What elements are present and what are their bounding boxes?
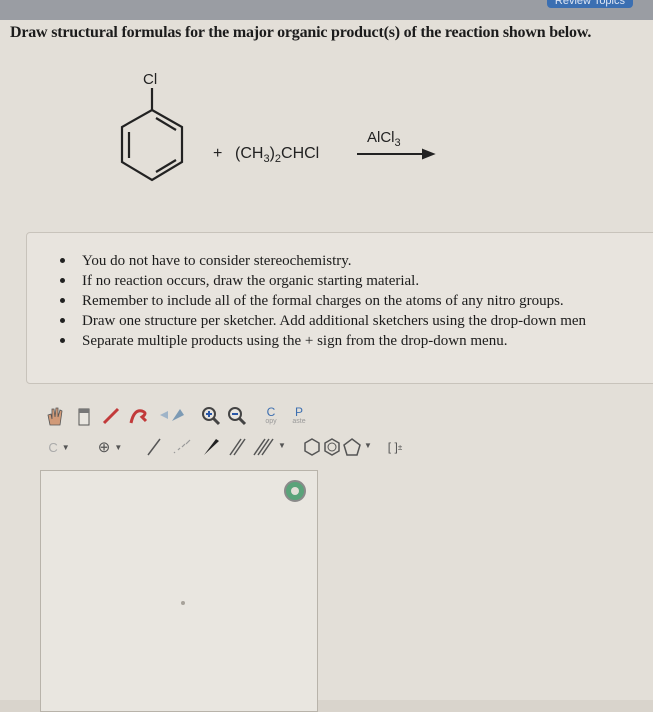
eraser-icon[interactable] [74,405,94,427]
select-arrow-icon[interactable] [158,405,188,427]
paste-sublabel: aste [292,418,306,425]
chevron-down-icon: ▼ [61,442,70,452]
copy-button[interactable]: C opy [260,405,282,429]
ring-hexagon-icon[interactable] [302,437,322,457]
question-panel: Draw structural formulas for the major o… [0,20,653,712]
plus-sign: + [213,145,222,162]
instructions-list: You do not have to consider stereochemis… [27,251,653,351]
instructions-box: You do not have to consider stereochemis… [26,232,653,384]
hand-tool-icon[interactable] [44,405,66,427]
bracket-charge-label: ± [397,442,403,452]
review-topics-link[interactable]: Review Topics [546,0,633,8]
zoom-out-icon[interactable] [226,405,248,427]
reaction-scheme: Cl + (CH3)2CHCl AlCl3 [120,71,436,182]
triple-bond-icon[interactable] [250,437,276,457]
question-title: Draw structural formulas for the major o… [10,24,592,41]
paste-button[interactable]: P aste [288,405,310,429]
chevron-down-icon: ▼ [114,442,123,452]
chevron-down-icon[interactable]: ▼ [364,441,372,450]
carbon-label: C [48,439,58,455]
chlorobenzene-structure [120,88,184,182]
paste-label: P [294,405,303,419]
ring-benzene-icon[interactable] [322,437,342,457]
top-bar: Review Topics [0,0,653,20]
chloro-label: Cl [143,71,157,88]
double-bond-icon[interactable] [226,437,248,457]
instruction-item: Remember to include all of the formal ch… [60,291,653,311]
reagent-formula: (CH3)2CHCl [235,145,319,165]
atom-carbon-dropdown[interactable]: C ▼ [44,437,74,457]
hashed-bond-icon[interactable] [170,437,194,457]
sketcher-canvas[interactable] [40,470,318,712]
pencil-icon[interactable] [100,405,122,427]
charge-dropdown[interactable]: ⊕ ▼ [94,437,126,457]
reaction-arrow [357,148,436,160]
single-bond-icon[interactable] [144,437,164,457]
ring-pentagon-icon[interactable] [342,437,362,457]
bracket-label: [ ] [387,440,398,454]
instruction-item: Draw one structure per sketcher. Add add… [60,311,653,331]
catalyst-label: AlCl3 [367,129,401,149]
charge-plus-icon: ⊕ [97,439,111,456]
chevron-down-icon[interactable]: ▼ [278,441,286,450]
lasso-icon[interactable] [128,405,152,427]
canvas-center-marker [181,601,185,605]
instruction-item: If no reaction occurs, draw the organic … [60,271,653,291]
bracket-tool[interactable]: [ ] ± [382,437,408,457]
copy-label: C [266,405,276,419]
instruction-item: You do not have to consider stereochemis… [60,251,653,271]
zoom-in-icon[interactable] [200,405,222,427]
instruction-item: Separate multiple products using the + s… [60,331,653,351]
sketcher-toolbar: C opy P aste C ▼ ⊕ ▼ ▼ ▼ [] ± [40,405,480,465]
copy-sublabel: opy [265,418,277,425]
wedge-bond-icon[interactable] [200,437,222,457]
sketcher-status-icon [284,480,306,502]
